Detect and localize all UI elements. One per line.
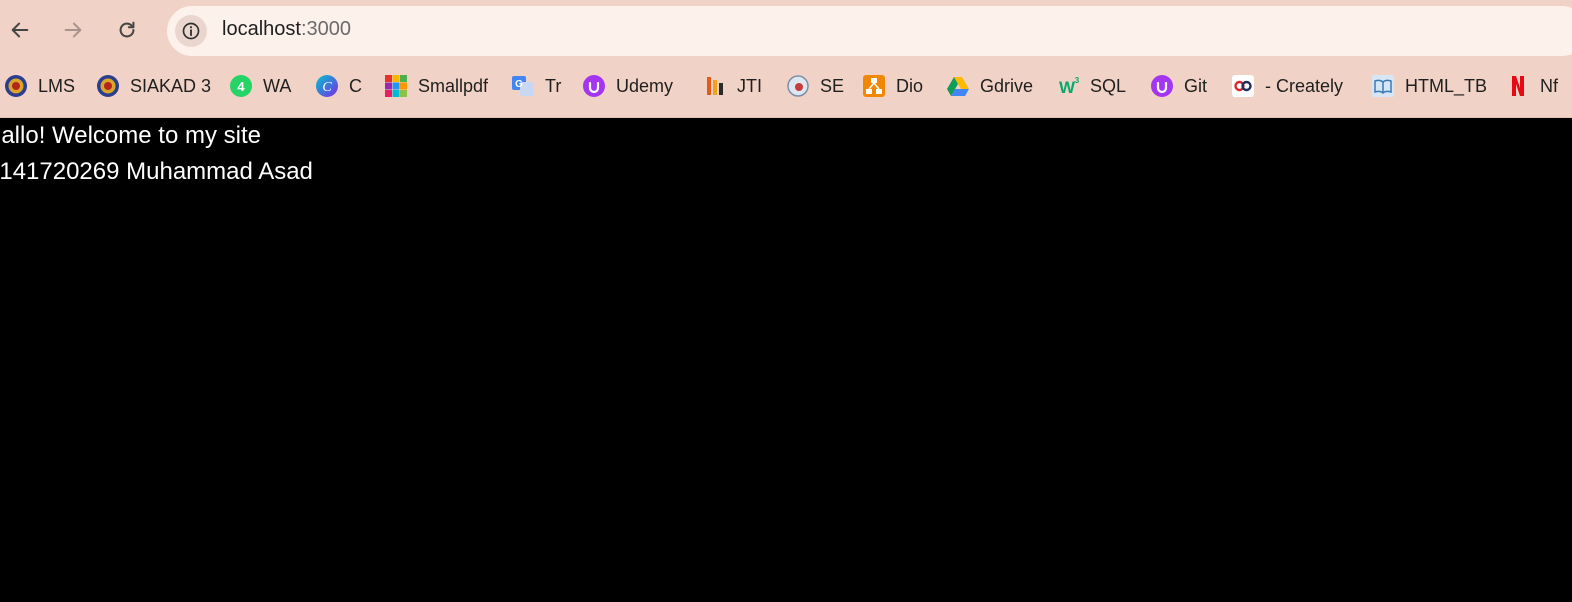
netflix-icon (1506, 74, 1530, 98)
browser-toolbar: localhost:3000 (0, 6, 1572, 58)
whatsapp-icon: 4 (229, 74, 253, 98)
url-text[interactable]: localhost:3000 (222, 18, 351, 41)
student-id-name: 2141720269 Muhammad Asad (0, 158, 313, 185)
creately-icon (1231, 74, 1255, 98)
bookmark-label: SQL (1090, 75, 1127, 96)
bookmark-label: - Creately (1265, 75, 1344, 96)
google-translate-icon: G (511, 74, 535, 98)
bookmark-drawio[interactable]: Dio (862, 66, 923, 106)
canva-icon: C (315, 74, 339, 98)
university-seal-icon (96, 74, 120, 98)
svg-text:3: 3 (1075, 76, 1080, 85)
reload-button[interactable] (109, 12, 145, 48)
svg-text:4: 4 (237, 79, 245, 94)
bookmark-label: Udemy (616, 75, 674, 96)
bookmark-label: Tr (545, 75, 562, 96)
bookmark-label: Gdrive (980, 75, 1034, 96)
bookmark-label: SIAKAD 3 (130, 75, 212, 96)
bookmark-translate[interactable]: G Tr (511, 66, 561, 106)
bookmark-udemy[interactable]: Udemy (582, 66, 673, 106)
url-port: :3000 (300, 18, 351, 40)
bookmarks-bar: LMS SIAKAD 3 4 WA C C Smallpdf G Tr Udem… (0, 66, 1572, 106)
welcome-text: Hallo! Welcome to my site (0, 122, 261, 149)
bookmark-label: Git (1184, 75, 1208, 96)
bookmark-jti[interactable]: JTI (703, 66, 762, 106)
bookmark-label: WA (263, 75, 292, 96)
book-icon (1371, 74, 1395, 98)
svg-text:G: G (515, 79, 523, 90)
w3schools-icon: W 3 (1056, 74, 1080, 98)
bookmark-label: SE (820, 75, 845, 96)
udemy-icon (1150, 74, 1174, 98)
address-bar[interactable]: localhost:3000 (167, 6, 1572, 56)
bookmark-creately[interactable]: - Creately (1231, 66, 1343, 106)
forward-button[interactable] (55, 12, 91, 48)
bookmark-se[interactable]: SE (786, 66, 844, 106)
bookmark-sql[interactable]: W 3 SQL (1056, 66, 1126, 106)
bookmark-label: Dio (896, 75, 924, 96)
bookmark-label: LMS (38, 75, 76, 96)
arrow-right-icon (64, 22, 82, 38)
bookmark-label: JTI (737, 75, 762, 96)
svg-text:C: C (322, 80, 332, 95)
bookmark-gdrive[interactable]: Gdrive (946, 66, 1033, 106)
bookmark-git[interactable]: Git (1150, 66, 1207, 106)
reload-icon (119, 21, 135, 38)
bookmark-html-tb[interactable]: HTML_TB (1371, 66, 1487, 106)
drawio-icon (862, 74, 886, 98)
jti-icon (703, 74, 727, 98)
browser-chrome: localhost:3000 LMS SIAKAD 3 4 WA C C Sma… (0, 0, 1572, 118)
udemy-icon (582, 74, 606, 98)
smallpdf-icon (384, 74, 408, 98)
bookmark-lms[interactable]: LMS (4, 66, 75, 106)
info-icon (182, 22, 200, 40)
university-seal-icon (4, 74, 28, 98)
svg-text:W: W (1059, 78, 1076, 97)
bookmark-label: C (349, 75, 362, 96)
back-button[interactable] (2, 12, 38, 48)
google-drive-icon (946, 74, 970, 98)
bookmark-label: Nf (1540, 75, 1558, 96)
bookmark-label: Smallpdf (418, 75, 489, 96)
site-info-button[interactable] (175, 15, 207, 47)
page-content: Hallo! Welcome to my site 2141720269 Muh… (0, 118, 1572, 602)
bookmark-siakad[interactable]: SIAKAD 3 (96, 66, 211, 106)
bookmark-label: HTML_TB (1405, 75, 1488, 96)
url-host: localhost (222, 18, 301, 40)
bookmark-smallpdf[interactable]: Smallpdf (384, 66, 488, 106)
bookmark-wa[interactable]: 4 WA (229, 66, 291, 106)
arrow-left-icon (11, 22, 29, 38)
bookmark-canva[interactable]: C C (315, 66, 362, 106)
globe-icon (786, 74, 810, 98)
bookmark-netflix[interactable]: Nf (1506, 66, 1558, 106)
